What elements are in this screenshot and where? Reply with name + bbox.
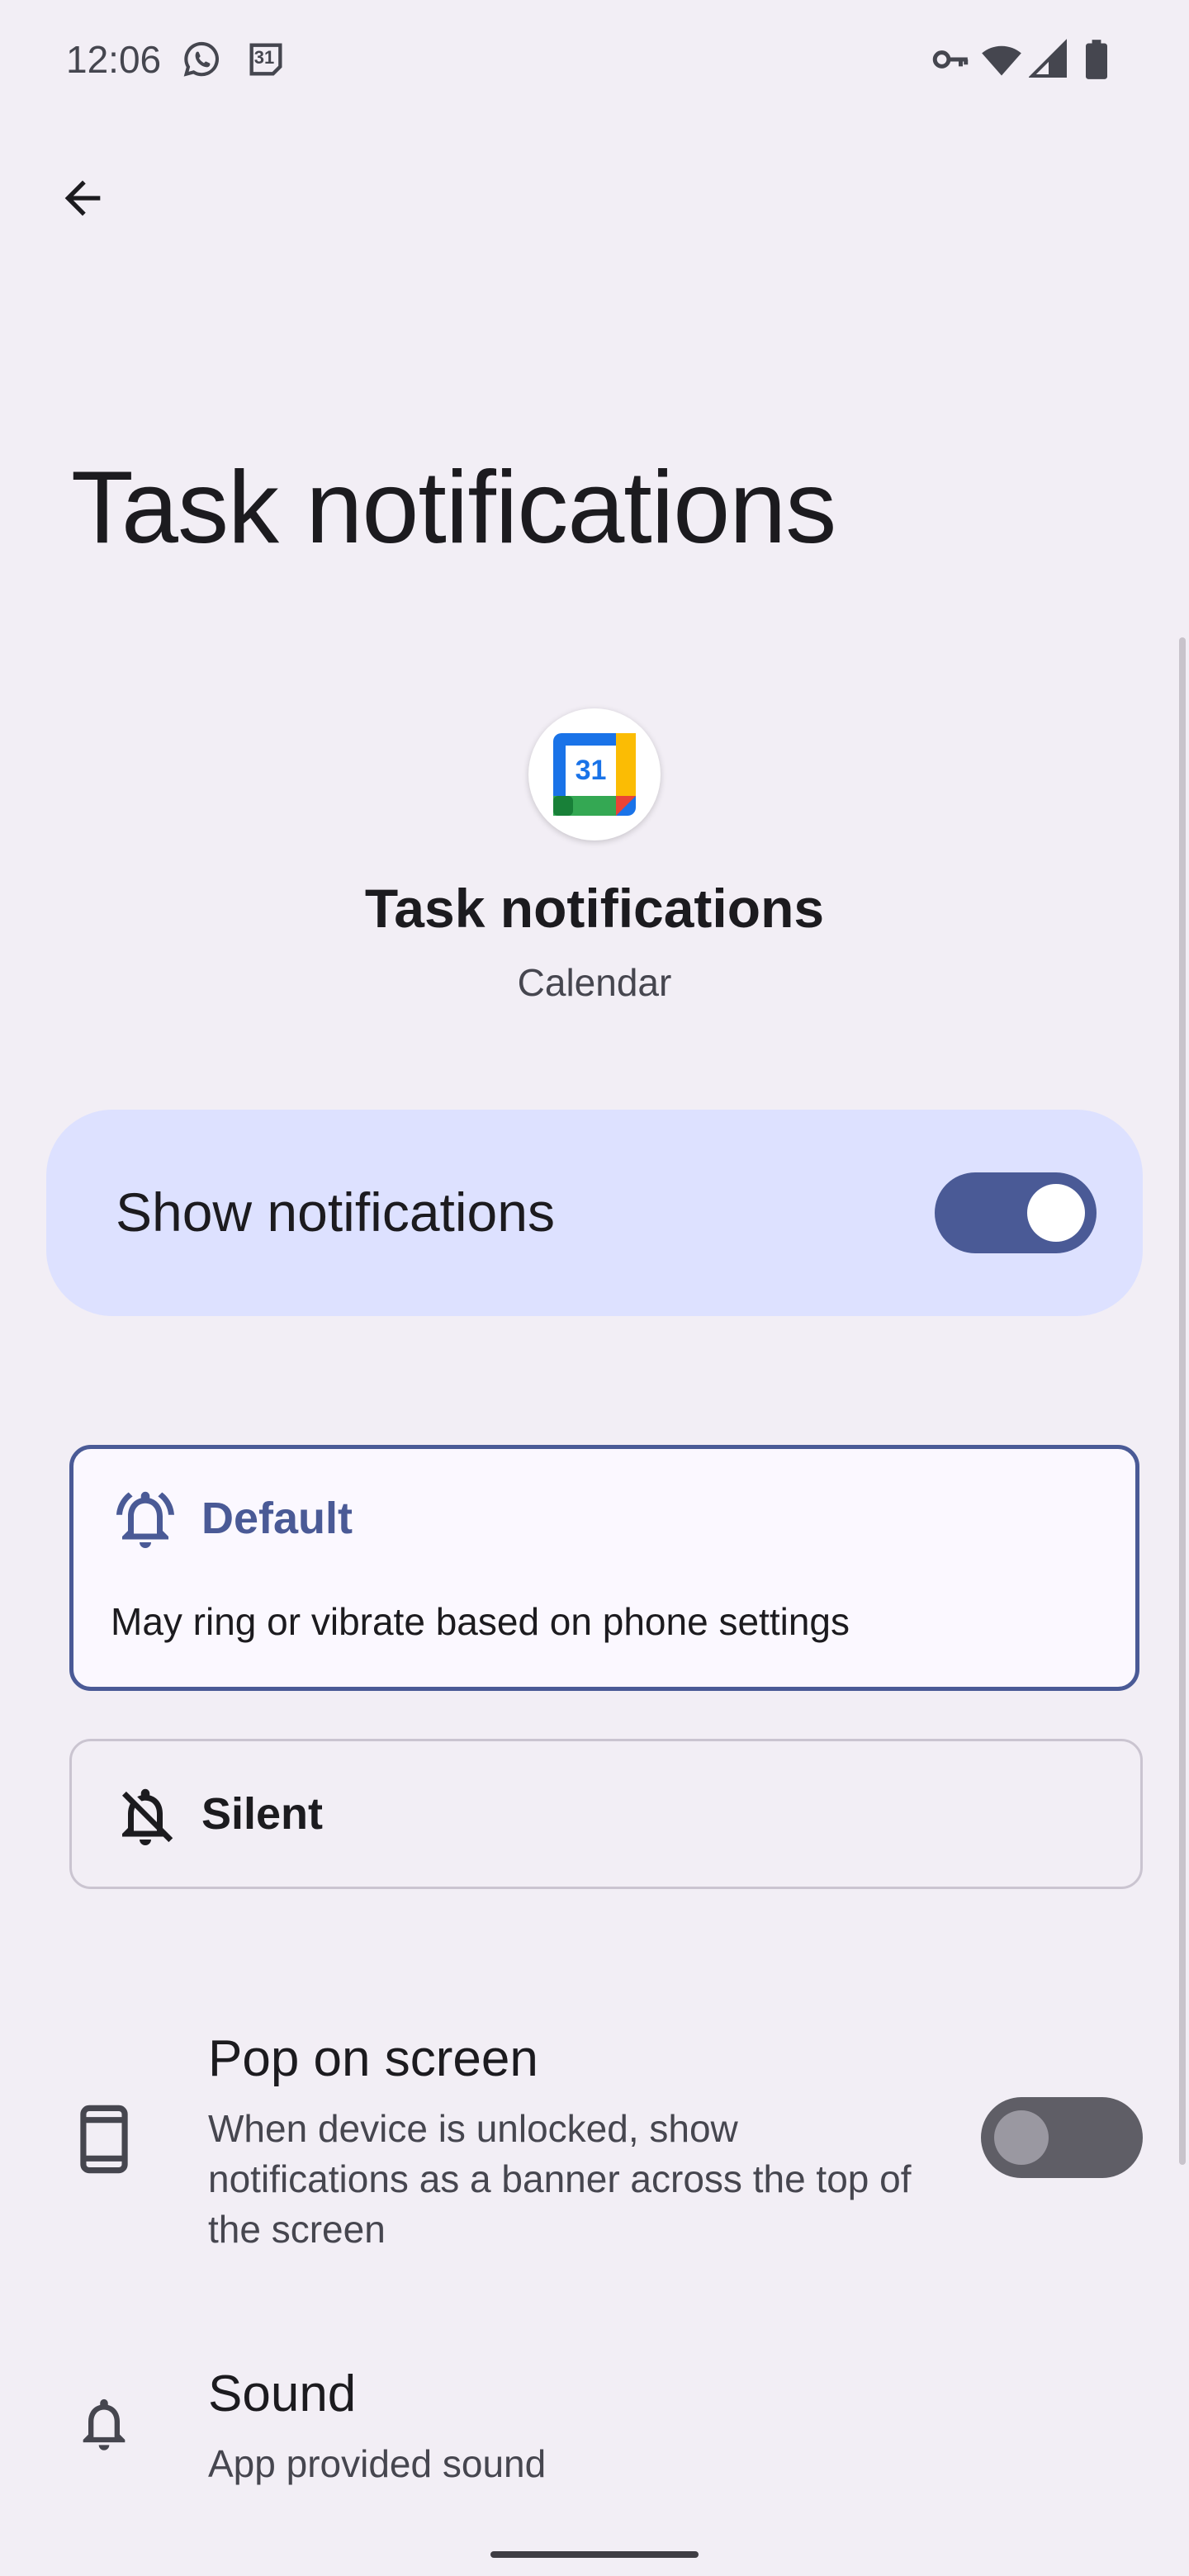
importance-silent-title: Silent xyxy=(201,1789,324,1839)
bell-icon xyxy=(83,2398,126,2451)
calendar-app-icon: 31 xyxy=(553,733,636,816)
channel-title: Task notifications xyxy=(364,878,825,939)
pop-on-screen-description: When device is unlocked, show notificati… xyxy=(208,2107,912,2251)
signal-icon xyxy=(1029,39,1067,78)
show-notifications-label: Show notifications xyxy=(116,1181,555,1243)
app-icon-badge: 31 xyxy=(575,755,607,786)
bell-ring-icon xyxy=(116,1491,174,1548)
battery-icon xyxy=(1086,40,1107,79)
show-notifications-toggle[interactable] xyxy=(935,1172,1097,1253)
status-time: 12:06 xyxy=(66,38,162,81)
importance-default-option[interactable] xyxy=(69,1445,1139,1691)
page-title: Task notifications xyxy=(71,451,836,565)
pop-on-screen-title: Pop on screen xyxy=(208,2030,538,2087)
sound-title: Sound xyxy=(208,2365,357,2422)
app-icon: 31 xyxy=(528,708,661,841)
toggle-knob xyxy=(1027,1184,1085,1242)
back-button[interactable] xyxy=(46,162,119,234)
vpn-key-icon xyxy=(932,50,969,69)
arrow-back-icon xyxy=(64,180,101,216)
sound-value: App provided sound xyxy=(208,2442,547,2485)
home-indicator[interactable] xyxy=(490,2551,699,2558)
calendar-31-icon: 31 xyxy=(244,38,287,81)
whatsapp-icon xyxy=(183,41,219,77)
pop-on-screen-toggle[interactable] xyxy=(981,2097,1143,2178)
toggle-knob xyxy=(994,2110,1049,2165)
phone-icon xyxy=(80,2105,128,2174)
wifi-icon xyxy=(982,45,1021,76)
scrollbar[interactable] xyxy=(1179,637,1186,2165)
importance-default-description: May ring or vibrate based on phone setti… xyxy=(111,1600,850,1643)
bell-off-icon xyxy=(122,1788,173,1845)
importance-default-title: Default xyxy=(201,1494,353,1543)
app-name: Calendar xyxy=(517,961,672,1004)
calendar-badge-text: 31 xyxy=(253,47,275,68)
